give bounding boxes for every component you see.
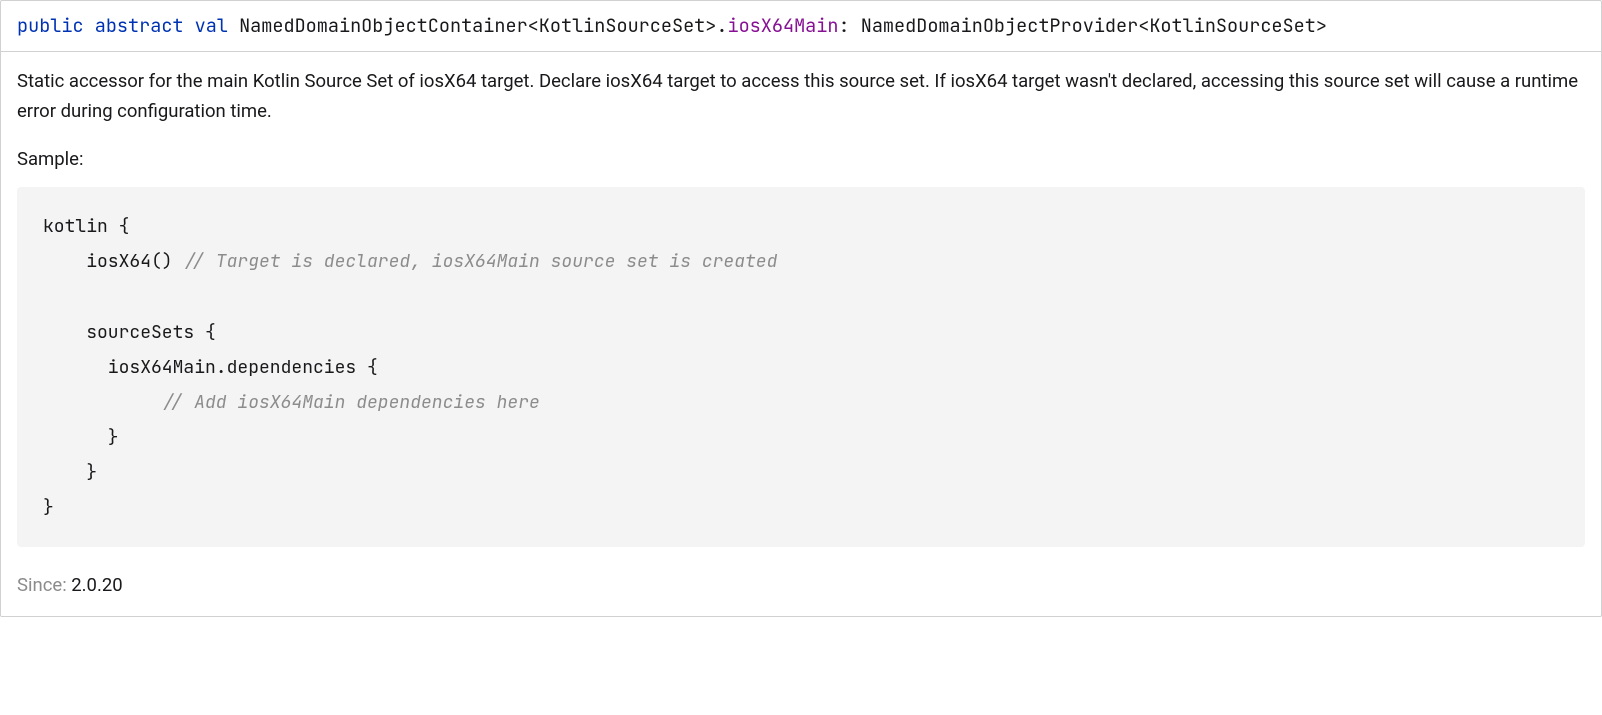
- since-value: 2.0.20: [71, 574, 122, 596]
- keyword-val: val: [195, 13, 228, 38]
- since-label: Since:: [17, 574, 67, 596]
- receiver-type: NamedDomainObjectContainer<KotlinSourceS…: [239, 13, 716, 38]
- keyword-public: public: [17, 13, 84, 38]
- code-line: }: [43, 426, 119, 449]
- signature-block: public abstract val NamedDomainObjectCon…: [1, 1, 1601, 52]
- code-line: sourceSets {: [43, 321, 216, 344]
- code-sample: kotlin { iosX64() // Target is declared,…: [17, 187, 1585, 547]
- description-text: Static accessor for the main Kotlin Sour…: [17, 66, 1585, 127]
- code-comment: // Target is declared, iosX64Main source…: [183, 250, 777, 273]
- code-line: }: [43, 496, 54, 519]
- code-line: iosX64Main.dependencies {: [43, 356, 378, 379]
- content-block: Static accessor for the main Kotlin Sour…: [1, 52, 1601, 616]
- return-type: NamedDomainObjectProvider<KotlinSourceSe…: [861, 13, 1327, 38]
- dot: .: [716, 13, 727, 38]
- doc-card: public abstract val NamedDomainObjectCon…: [0, 0, 1602, 617]
- code-comment: // Add iosX64Main dependencies here: [43, 391, 540, 414]
- code-line: kotlin {: [43, 215, 129, 238]
- code-line: iosX64(): [43, 250, 183, 273]
- keyword-abstract: abstract: [95, 13, 184, 38]
- member-name: iosX64Main: [727, 13, 838, 38]
- since-line: Since: 2.0.20: [17, 571, 1585, 600]
- sample-label: Sample:: [17, 145, 1585, 174]
- code-line: }: [43, 461, 97, 484]
- colon: :: [839, 13, 850, 38]
